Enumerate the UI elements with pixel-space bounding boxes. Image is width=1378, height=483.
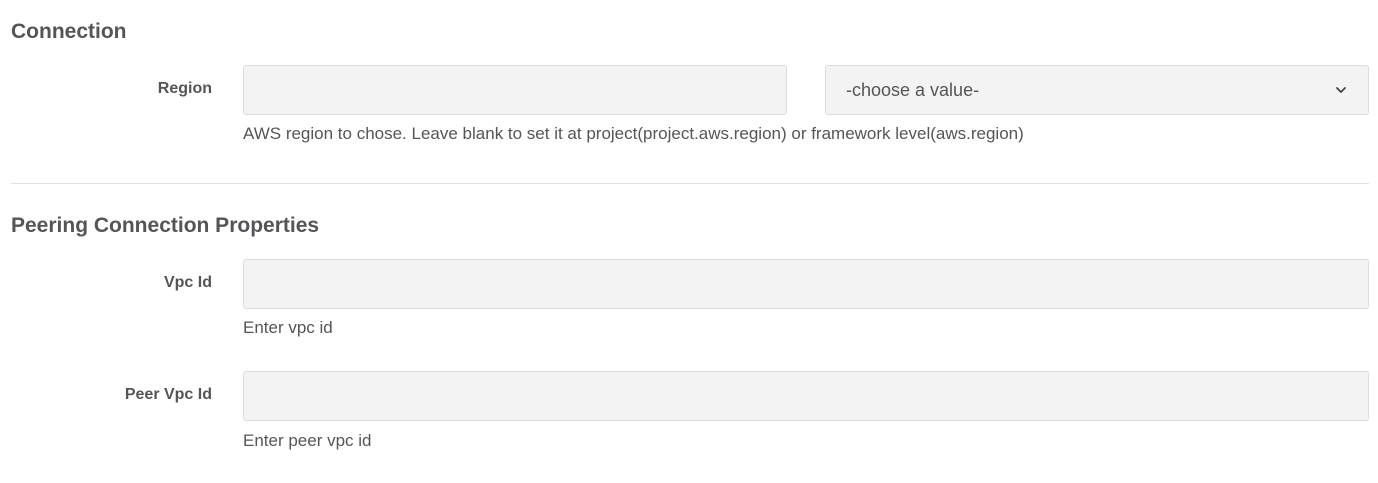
peer-vpc-id-label: Peer Vpc Id (124, 386, 212, 403)
vpc-id-help-text: Enter vpc id (243, 318, 333, 337)
section-title-peering: Peering Connection Properties (11, 214, 320, 237)
section-title-connection: Connection (11, 20, 127, 43)
section-divider (11, 183, 1369, 184)
region-help-text: AWS region to chose. Leave blank to set … (243, 124, 1024, 143)
region-select[interactable]: -choose a value- (825, 65, 1369, 115)
vpc-id-input[interactable] (243, 259, 1369, 309)
region-input[interactable] (243, 65, 787, 115)
peer-vpc-id-help-text: Enter peer vpc id (243, 431, 372, 450)
region-label: Region (157, 80, 212, 97)
peer-vpc-id-input[interactable] (243, 371, 1369, 421)
region-select-value: -choose a value- (846, 79, 980, 100)
vpc-id-label: Vpc Id (163, 274, 212, 291)
chevron-down-icon (1336, 87, 1346, 93)
